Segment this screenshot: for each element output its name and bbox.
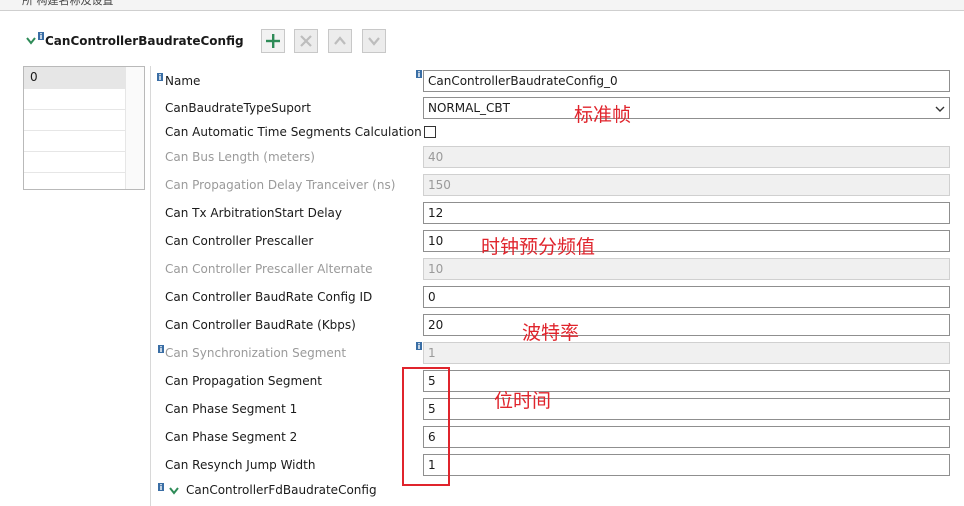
annotation-clock-prescale: 时钟预分频值 bbox=[481, 236, 596, 258]
list-empty-row bbox=[24, 130, 126, 152]
prescaller-label: Can Controller Prescaller bbox=[165, 234, 314, 248]
config-list[interactable]: 0 bbox=[23, 66, 145, 190]
list-item[interactable]: 0 bbox=[24, 67, 126, 89]
chevron-down-icon[interactable] bbox=[168, 485, 180, 497]
baudrate-kbps-input[interactable]: 20 bbox=[423, 314, 950, 336]
section-title: CanControllerBaudrateConfig bbox=[45, 34, 244, 48]
baudrate-type-value: NORMAL_CBT bbox=[428, 101, 510, 115]
chevron-down-icon bbox=[368, 37, 380, 46]
annotation-bit-time: 位时间 bbox=[494, 390, 552, 412]
prescaller-alt-label: Can Controller Prescaller Alternate bbox=[165, 262, 373, 276]
chevron-up-icon bbox=[334, 36, 346, 45]
bus-length-input: 40 bbox=[423, 146, 950, 168]
annotation-standard-frame: 标准帧 bbox=[574, 104, 632, 126]
prescaller-alt-input: 10 bbox=[423, 258, 950, 280]
fd-baudrate-config-label[interactable]: CanControllerFdBaudrateConfig bbox=[186, 483, 377, 497]
baud-config-id-label: Can Controller BaudRate Config ID bbox=[165, 290, 373, 304]
chevron-down-icon bbox=[935, 106, 945, 112]
list-empty-row bbox=[24, 88, 126, 110]
name-label: Name bbox=[165, 74, 201, 88]
close-icon bbox=[300, 35, 312, 47]
sync-seg-label: Can Synchronization Segment bbox=[165, 346, 347, 360]
list-empty-row bbox=[24, 109, 126, 131]
baud-config-id-input[interactable]: 0 bbox=[423, 286, 950, 308]
list-empty-row bbox=[24, 172, 126, 189]
phase-seg2-input[interactable]: 6 bbox=[423, 426, 950, 448]
info-icon bbox=[416, 342, 422, 350]
move-up-button[interactable] bbox=[328, 29, 352, 53]
info-icon bbox=[157, 73, 163, 81]
tx-arb-delay-input[interactable]: 12 bbox=[423, 202, 950, 224]
plus-icon bbox=[266, 34, 280, 48]
tx-arb-delay-label: Can Tx ArbitrationStart Delay bbox=[165, 206, 343, 220]
prop-delay-input: 150 bbox=[423, 174, 950, 196]
baudrate-type-select[interactable]: NORMAL_CBT bbox=[423, 97, 950, 119]
auto-time-seg-checkbox[interactable] bbox=[424, 126, 436, 138]
bus-length-label: Can Bus Length (meters) bbox=[165, 150, 315, 164]
prop-delay-label: Can Propagation Delay Tranceiver (ns) bbox=[165, 178, 396, 192]
auto-time-seg-label: Can Automatic Time Segments Calculation bbox=[165, 125, 422, 139]
info-icon bbox=[158, 483, 164, 491]
chevron-down-icon[interactable] bbox=[25, 35, 37, 47]
list-scrollbar[interactable] bbox=[125, 67, 144, 189]
baudrate-kbps-label: Can Controller BaudRate (Kbps) bbox=[165, 318, 356, 332]
phase-seg1-label: Can Phase Segment 1 bbox=[165, 402, 298, 416]
clipped-header-text: 所 构建名称及设置 bbox=[22, 0, 114, 7]
resynch-jw-label: Can Resynch Jump Width bbox=[165, 458, 316, 472]
list-item-label: 0 bbox=[30, 70, 38, 84]
prop-seg-label: Can Propagation Segment bbox=[165, 374, 322, 388]
bit-time-highlight-box bbox=[402, 367, 450, 486]
divider bbox=[150, 66, 151, 506]
list-empty-row bbox=[24, 151, 126, 173]
phase-seg2-label: Can Phase Segment 2 bbox=[165, 430, 298, 444]
top-strip: 所 构建名称及设置 bbox=[0, 0, 964, 11]
annotation-baud-rate: 波特率 bbox=[522, 322, 580, 344]
delete-button[interactable] bbox=[294, 29, 318, 53]
baudrate-type-label: CanBaudrateTypeSuport bbox=[165, 101, 311, 115]
move-down-button[interactable] bbox=[362, 29, 386, 53]
resynch-jw-input[interactable]: 1 bbox=[423, 454, 950, 476]
sync-seg-input: 1 bbox=[423, 342, 950, 364]
add-button[interactable] bbox=[261, 29, 285, 53]
info-icon bbox=[158, 345, 164, 353]
info-icon bbox=[416, 70, 422, 78]
name-input[interactable]: CanControllerBaudrateConfig_0 bbox=[423, 70, 950, 92]
info-icon bbox=[38, 32, 44, 40]
